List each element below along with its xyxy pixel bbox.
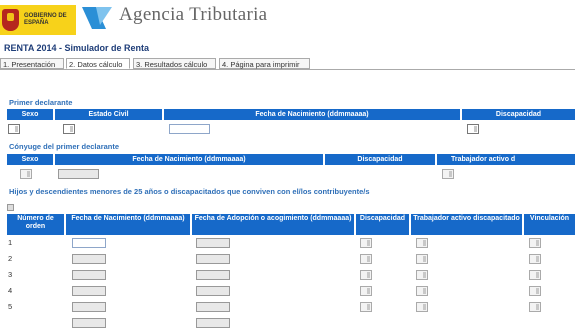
- row-number: 4: [8, 286, 13, 295]
- brand-name: Agencia Tributaria: [119, 4, 268, 25]
- page-title: RENTA 2014 - Simulador de Renta: [4, 43, 150, 53]
- conyuge-header-discapacidad: Discapacidad: [325, 154, 435, 165]
- section-title-hijos: Hijos y descendientes menores de 25 años…: [9, 187, 370, 196]
- row-number: 2: [8, 254, 13, 263]
- row-number: 3: [8, 270, 13, 279]
- hijo-trabajador-select[interactable]: [416, 238, 428, 248]
- estado-civil-select[interactable]: [63, 124, 75, 134]
- spain-crest-icon: [2, 9, 19, 31]
- hijos-header-fecha-nacimiento: Fecha de Nacimiento (ddmmaaaa): [66, 214, 190, 235]
- gov-logo-text: GOBIERNO DE ESPAÑA: [24, 13, 67, 26]
- conyuge-fecha-nacimiento-input[interactable]: [58, 169, 99, 179]
- hijo-fecha-nacimiento-input[interactable]: [72, 286, 106, 296]
- hijo-fecha-adopcion-input[interactable]: [196, 238, 230, 248]
- gobierno-espana-logo[interactable]: GOBIERNO DE ESPAÑA: [0, 5, 76, 35]
- hijo-fecha-adopcion-input[interactable]: [196, 286, 230, 296]
- hijo-discapacidad-select[interactable]: [360, 302, 372, 312]
- tab-pagina-imprimir[interactable]: 4. Página para imprimir: [219, 58, 310, 69]
- section-title-primer-declarante: Primer declarante: [9, 98, 73, 107]
- fecha-nacimiento-input[interactable]: [169, 124, 210, 134]
- hijo-trabajador-select[interactable]: [416, 270, 428, 280]
- tab-divider: [0, 69, 575, 70]
- hijo-trabajador-select[interactable]: [416, 302, 428, 312]
- hijos-header-trabajador-activo: Trabajador activo discapacitado: [411, 214, 522, 235]
- hijo-fecha-adopcion-input[interactable]: [196, 270, 230, 280]
- hijo-discapacidad-select[interactable]: [360, 254, 372, 264]
- header-sexo: Sexo: [7, 109, 53, 120]
- row-number: 5: [8, 302, 13, 311]
- header-discapacidad: Discapacidad: [462, 109, 575, 120]
- hijo-fecha-adopcion-input[interactable]: [196, 302, 230, 312]
- hijo-discapacidad-select[interactable]: [360, 238, 372, 248]
- hijo-vinculacion-select[interactable]: [529, 254, 541, 264]
- hijo-fecha-adopcion-input[interactable]: [196, 254, 230, 264]
- hijos-header-vinculacion: Vinculación: [524, 214, 575, 235]
- hijo-vinculacion-select[interactable]: [529, 302, 541, 312]
- header-fecha-nacimiento: Fecha de Nacimiento (ddmmaaaa): [164, 109, 460, 120]
- hijo-fecha-nacimiento-input[interactable]: [72, 318, 106, 328]
- hijo-discapacidad-select[interactable]: [360, 270, 372, 280]
- hijo-fecha-adopcion-input[interactable]: [196, 318, 230, 328]
- hijo-vinculacion-select[interactable]: [529, 270, 541, 280]
- section-title-conyuge: Cónyuge del primer declarante: [9, 142, 120, 151]
- hijo-fecha-nacimiento-input[interactable]: [72, 238, 106, 248]
- conyuge-header-sexo: Sexo: [7, 154, 53, 165]
- conyuge-header-fecha-nacimiento: Fecha de Nacimiento (ddmmaaaa): [55, 154, 323, 165]
- hijo-trabajador-select[interactable]: [416, 286, 428, 296]
- tab-datos-calculo[interactable]: 2. Datos cálculo: [66, 58, 130, 69]
- row-number: 1: [8, 238, 13, 247]
- hijo-fecha-nacimiento-input[interactable]: [72, 270, 106, 280]
- conyuge-discapacidad-select[interactable]: [442, 169, 454, 179]
- hijos-header-fecha-adopcion: Fecha de Adopción o acogimiento (ddmmaaa…: [192, 214, 354, 235]
- hijos-header-numero-orden: Número de orden: [7, 214, 64, 235]
- sexo-select[interactable]: [8, 124, 20, 134]
- hijo-fecha-nacimiento-input[interactable]: [72, 254, 106, 264]
- tab-presentacion[interactable]: 1. Presentación: [0, 58, 64, 69]
- hijo-fecha-nacimiento-input[interactable]: [72, 302, 106, 312]
- hijo-vinculacion-select[interactable]: [529, 286, 541, 296]
- hijo-trabajador-select[interactable]: [416, 254, 428, 264]
- hijos-header-discapacidad: Discapacidad: [356, 214, 409, 235]
- add-row-icon[interactable]: [7, 204, 14, 211]
- tab-resultados-calculo[interactable]: 3. Resultados cálculo: [133, 58, 216, 69]
- discapacidad-select[interactable]: [467, 124, 479, 134]
- conyuge-sexo-select[interactable]: [20, 169, 32, 179]
- hijo-discapacidad-select[interactable]: [360, 286, 372, 296]
- agencia-tributaria-logo-icon[interactable]: [80, 3, 114, 33]
- hijo-vinculacion-select[interactable]: [529, 238, 541, 248]
- header-estado-civil: Estado Civil: [55, 109, 162, 120]
- site-header: GOBIERNO DE ESPAÑA Agencia Tributaria: [0, 0, 575, 38]
- conyuge-header-trabajador-activo: Trabajador activo d: [437, 154, 575, 165]
